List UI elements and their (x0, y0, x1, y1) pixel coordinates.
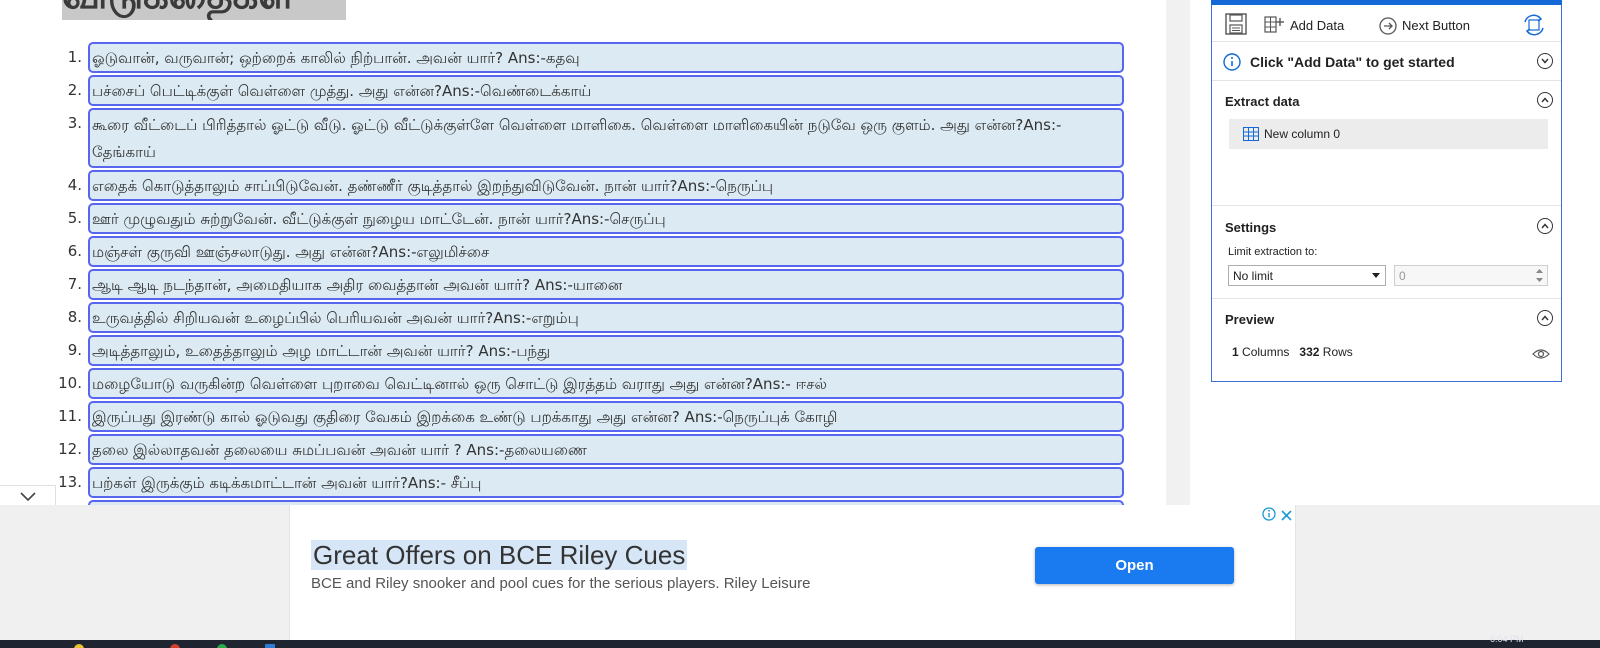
riddle-text[interactable]: உருவத்தில் சிறியவன் உழைப்பில் பெரியவன் அ… (88, 302, 1124, 333)
chevron-up-icon[interactable] (1537, 218, 1553, 234)
chevron-up-icon[interactable] (1537, 310, 1553, 326)
riddle-number: 3. (67, 114, 82, 132)
riddle-item: 1. ஓடுவான், வருவான்; ஒற்றைக் காலில் நிற்ப… (0, 42, 1130, 75)
riddle-item: 12. தலை இல்லாதவன் தலையை சுமப்பவன் அவன் யா… (0, 434, 1130, 467)
preview-section: Preview 1 Columns 332 Rows (1212, 299, 1561, 374)
riddle-text[interactable]: ஆடி ஆடி நடந்தான், அமைதியாக அதிர வைத்தான்… (88, 269, 1124, 300)
rows-label: Rows (1322, 345, 1353, 359)
riddle-item: 13. பற்கள் இருக்கும் கடிக்கமாட்டான் அவன் … (0, 467, 1130, 500)
limit-count-input[interactable]: 0 (1394, 265, 1548, 286)
riddle-item: 5. ஊர் முழுவதும் சுற்றுவேன். வீட்டுக்குள்… (0, 203, 1130, 236)
page-heading: விடுகதைகள் (62, 0, 346, 20)
riddle-text[interactable]: மழையோடு வருகின்ற வெள்ளை புறாவை வெட்டினால… (88, 368, 1124, 399)
extraction-panel: Add Data Next Button Click "Add Data" to… (1211, 0, 1562, 382)
columns-label: Columns (1242, 345, 1290, 359)
spinner-down-icon[interactable] (1536, 278, 1543, 282)
riddle-number: 11. (58, 407, 82, 425)
riddle-number: 12. (58, 440, 82, 458)
riddle-text[interactable]: ஓடுவான், வருவான்; ஒற்றைக் காலில் நிற்பான… (88, 42, 1124, 73)
caret-down-icon (1372, 273, 1380, 278)
add-column-icon (1264, 16, 1284, 39)
riddle-text[interactable]: எதைக் கொடுத்தாலும் சாப்பிடுவேன். தண்ணீர்… (88, 170, 1124, 201)
riddle-item: 4. எதைக் கொடுத்தாலும் சாப்பிடுவேன். தண்ணீ… (0, 170, 1130, 203)
riddle-number: 4. (67, 176, 82, 194)
riddle-text[interactable]: கூரை வீட்டைப் பிரித்தால் ஓட்டு வீடு. ஓட்… (88, 108, 1124, 168)
columns-count: 1 (1232, 345, 1239, 359)
save-icon[interactable] (1225, 13, 1247, 35)
riddle-number: 9. (67, 341, 82, 359)
add-data-label: Add Data (1290, 18, 1345, 33)
riddle-number: 2. (67, 81, 82, 99)
riddle-item: 3. கூரை வீட்டைப் பிரித்தால் ஓட்டு வீடு. ஓ… (0, 108, 1130, 170)
riddle-number: 6. (67, 242, 82, 260)
riddle-text[interactable]: ஊர் முழுவதும் சுற்றுவேன். வீட்டுக்குள் ந… (88, 203, 1124, 234)
taskbar-app-icon[interactable] (74, 644, 84, 648)
riddle-text[interactable]: தலை இல்லாதவன் தலையை சுமப்பவன் அவன் யார் … (88, 434, 1124, 465)
ad-description: BCE and Riley snooker and pool cues for … (311, 575, 811, 592)
limit-select[interactable]: No limit (1228, 265, 1386, 286)
eye-icon[interactable] (1532, 347, 1550, 365)
panel-toolbar: Add Data Next Button (1212, 5, 1561, 42)
riddle-number: 7. (67, 275, 82, 293)
riddle-number: 1. (67, 48, 82, 66)
ad-banner: Great Offers on BCE Riley Cues BCE and R… (0, 505, 1600, 640)
column-chip[interactable]: New column 0 (1229, 119, 1548, 149)
arrow-right-circle-icon (1378, 16, 1398, 41)
riddle-text[interactable]: பற்கள் இருக்கும் கடிக்கமாட்டான் அவன் யார… (88, 467, 1124, 498)
ad-card[interactable]: Great Offers on BCE Riley Cues BCE and R… (289, 505, 1296, 640)
riddle-item: 7. ஆடி ஆடி நடந்தான், அமைதியாக அதிர வைத்தா… (0, 269, 1130, 302)
rows-count: 332 (1299, 345, 1320, 359)
ad-open-button[interactable]: Open (1035, 547, 1234, 584)
taskbar-app-icon[interactable] (265, 644, 275, 648)
refresh-icon[interactable] (1523, 14, 1545, 36)
riddle-text[interactable]: மஞ்சள் குருவி ஊஞ்சலாடுது. அது என்ன?Ans:-… (88, 236, 1124, 267)
riddle-text[interactable]: பச்சைப் பெட்டிக்குள் வெள்ளை முத்து. அது … (88, 75, 1124, 106)
collapse-toggle-button[interactable] (0, 485, 56, 507)
ad-headline[interactable]: Great Offers on BCE Riley Cues (311, 540, 688, 570)
limit-extraction-label: Limit extraction to: (1228, 246, 1318, 258)
chevron-down-icon (20, 492, 36, 502)
limit-select-value: No limit (1233, 269, 1274, 283)
riddle-text[interactable]: இருப்பது இரண்டு கால் ஓடுவது குதிரை வேகம்… (88, 401, 1124, 432)
info-message: Click "Add Data" to get started (1250, 54, 1455, 70)
info-banner: Click "Add Data" to get started (1212, 42, 1561, 81)
next-button-label: Next Button (1402, 18, 1470, 33)
extract-data-title: Extract data (1225, 94, 1300, 109)
next-button-button[interactable]: Next Button (1378, 5, 1478, 41)
settings-section: Settings Limit extraction to: No limit 0 (1212, 206, 1561, 299)
riddle-item: 9. அடித்தாலும், உதைத்தாலும் அழ மாட்டான் அ… (0, 335, 1130, 368)
preview-title: Preview (1225, 312, 1275, 327)
chevron-up-icon[interactable] (1537, 92, 1553, 108)
riddle-item: 11. இருப்பது இரண்டு கால் ஓடுவது குதிரை வே… (0, 401, 1130, 434)
column-name: New column 0 (1264, 127, 1341, 141)
column-icon (1243, 127, 1259, 146)
extract-data-section: Extract data New column 0 (1212, 81, 1561, 206)
ad-close-icon[interactable] (1281, 508, 1292, 526)
scrollbar-track[interactable] (1166, 0, 1190, 505)
riddle-text[interactable]: அடித்தாலும், உதைத்தாலும் அழ மாட்டான் அவன… (88, 335, 1124, 366)
ad-info-icon[interactable] (1262, 507, 1276, 526)
preview-stats: 1 Columns 332 Rows (1232, 345, 1353, 359)
add-data-button[interactable]: Add Data (1264, 5, 1354, 41)
riddle-list: 1. ஓடுவான், வருவான்; ஒற்றைக் காலில் நிற்ப… (0, 42, 1130, 533)
taskbar-app-icon[interactable] (217, 644, 227, 648)
settings-title: Settings (1225, 220, 1277, 235)
limit-count-value: 0 (1399, 269, 1406, 283)
taskbar: 6:04 PM (0, 634, 1600, 648)
riddle-item: 10. மழையோடு வருகின்ற வெள்ளை புறாவை வெட்டி… (0, 368, 1130, 401)
taskbar-clock[interactable]: 6:04 PM (1490, 634, 1524, 644)
riddle-number: 5. (67, 209, 82, 227)
taskbar-app-icon[interactable] (170, 644, 180, 648)
info-icon (1223, 53, 1241, 76)
chevron-down-icon[interactable] (1537, 53, 1553, 69)
riddle-item: 8. உருவத்தில் சிறியவன் உழைப்பில் பெரியவன்… (0, 302, 1130, 335)
page: விடுகதைகள் 1. ஓடுவான், வருவான்; ஒற்றைக் க… (0, 0, 1600, 648)
riddle-item: 2. பச்சைப் பெட்டிக்குள் வெள்ளை முத்து. அத… (0, 75, 1130, 108)
riddle-number: 10. (58, 374, 82, 392)
riddle-number: 8. (67, 308, 82, 326)
riddle-item: 6. மஞ்சள் குருவி ஊஞ்சலாடுது. அது என்ன?Ans… (0, 236, 1130, 269)
spinner-up-icon[interactable] (1536, 269, 1543, 273)
